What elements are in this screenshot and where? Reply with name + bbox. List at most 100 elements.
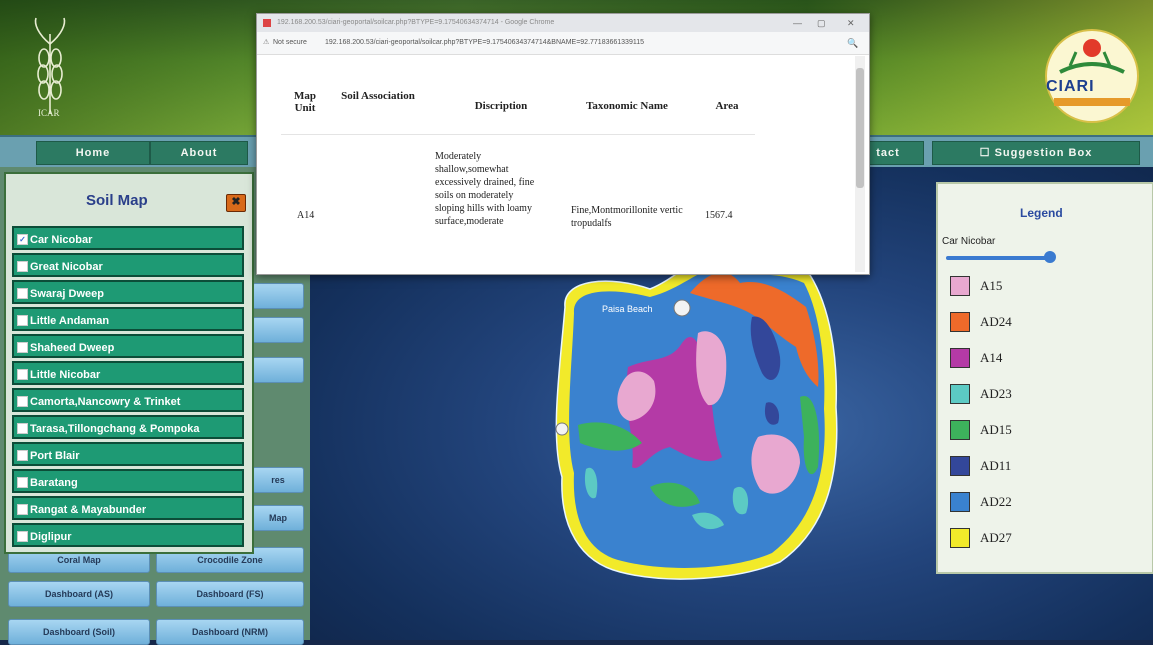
legend-label: A14: [980, 350, 1003, 365]
layer-checkbox[interactable]: [17, 342, 28, 353]
legend-label: AD23: [980, 386, 1012, 401]
dashboard-soil-button[interactable]: Dashboard (Soil): [8, 619, 150, 645]
dashboard-nrm-button[interactable]: Dashboard (NRM): [156, 619, 304, 645]
layer-checkbox[interactable]: [17, 423, 28, 434]
popup-scrollbar[interactable]: [855, 56, 865, 272]
layer-checkbox[interactable]: [17, 396, 28, 407]
table-header-taxonomic-name: Taxonomic Name: [586, 100, 668, 112]
close-icon[interactable]: ✕: [847, 14, 855, 32]
soil-map-title: Soil Map: [86, 192, 148, 209]
soil-layer-item[interactable]: Swaraj Dweep: [12, 280, 244, 304]
legend-panel: Legend Car Nicobar A15 AD24 A14 AD23 AD15 AD1…: [936, 182, 1153, 574]
table-divider: [281, 134, 755, 135]
legend-swatch: [950, 348, 970, 368]
table-header-soil-association: Soil Association: [341, 90, 415, 102]
scrollbar-thumb[interactable]: [856, 68, 864, 188]
legend-swatch: [950, 420, 970, 440]
layer-checkbox[interactable]: [17, 315, 28, 326]
soil-layer-item[interactable]: Port Blair: [12, 442, 244, 466]
soil-layer-item[interactable]: Little Nicobar: [12, 361, 244, 385]
legend-label: AD15: [980, 422, 1012, 437]
legend-label: AD11: [980, 458, 1012, 473]
legend-swatch: [950, 456, 970, 476]
soil-layer-item[interactable]: Baratang: [12, 469, 244, 493]
soil-info-table: Map Unit Soil Association Discription Ta…: [281, 76, 755, 274]
cell-map-unit: A14: [297, 210, 315, 221]
legend-swatch: [950, 384, 970, 404]
legend-label: AD24: [980, 314, 1012, 329]
soil-layer-item[interactable]: Diglipur: [12, 523, 244, 547]
legend-swatch: [950, 312, 970, 332]
soil-layer-item[interactable]: Rangat & Mayabunder: [12, 496, 244, 520]
app-icon: [263, 19, 271, 27]
close-icon[interactable]: ✖: [226, 194, 246, 212]
soil-layer-label: Tarasa,Tillongchang & Pompoka: [30, 423, 200, 435]
legend-swatch: [950, 528, 970, 548]
soil-layer-item[interactable]: ✓ Car Nicobar: [12, 226, 244, 250]
soil-layer-item[interactable]: Tarasa,Tillongchang & Pompoka: [12, 415, 244, 439]
dashboard-fs-button[interactable]: Dashboard (FS): [156, 581, 304, 607]
menu-button[interactable]: [252, 317, 304, 343]
legend-swatch: [950, 492, 970, 512]
location-marker-icon[interactable]: [673, 299, 691, 317]
nav-about[interactable]: About: [150, 141, 248, 165]
opacity-slider-handle[interactable]: [1044, 251, 1056, 263]
soil-layer-label: Camorta,Nancowry & Trinket: [30, 396, 181, 408]
soil-layer-item[interactable]: Little Andaman: [12, 307, 244, 331]
table-header-map-unit: Map Unit: [294, 90, 316, 114]
soil-layer-label: Car Nicobar: [30, 234, 93, 246]
popup-window: 192.168.200.53/ciari-geoportal/soilcar.p…: [256, 13, 870, 275]
layer-checkbox[interactable]: [17, 504, 28, 515]
soil-layer-item[interactable]: Shaheed Dweep: [12, 334, 244, 358]
soil-layer-label: Shaheed Dweep: [30, 342, 115, 354]
maximize-icon[interactable]: ▢: [817, 14, 826, 32]
warning-icon: ⚠: [263, 39, 270, 46]
layer-checkbox[interactable]: [17, 288, 28, 299]
menu-button[interactable]: [252, 357, 304, 383]
legend-swatch: [950, 276, 970, 296]
layer-checkbox[interactable]: [17, 450, 28, 461]
layer-checkbox[interactable]: [17, 531, 28, 542]
location-marker-icon[interactable]: [555, 422, 569, 436]
soil-layer-label: Little Nicobar: [30, 369, 101, 381]
soil-layer-item[interactable]: Camorta,Nancowry & Trinket: [12, 388, 244, 412]
legend-layer-name: Car Nicobar: [942, 236, 996, 247]
zoom-icon[interactable]: 🔍: [847, 32, 858, 54]
layer-checkbox[interactable]: ✓: [17, 234, 28, 245]
soil-layer-label: Swaraj Dweep: [30, 288, 104, 300]
soil-map-panel: Soil Map ✖ ✓ Car Nicobar Great Nicobar Swar…: [4, 172, 254, 554]
soil-layer-label: Port Blair: [30, 450, 80, 462]
layer-checkbox[interactable]: [17, 261, 28, 272]
cell-taxonomic-name: Fine,Montmorillonite vertic tropudalfs: [571, 205, 683, 229]
table-header-description: Discription: [474, 100, 528, 112]
popup-titlebar: 192.168.200.53/ciari-geoportal/soilcar.p…: [257, 14, 869, 32]
layer-checkbox[interactable]: [17, 477, 28, 488]
legend-label: A15: [980, 278, 1003, 293]
menu-button[interactable]: [252, 283, 304, 309]
minimize-icon[interactable]: —: [793, 14, 802, 32]
icar-caption: ICAR: [38, 108, 60, 118]
cell-description: Moderately shallow,somewhat excessively …: [435, 151, 535, 227]
url-text: 192.168.200.53/ciari-geoportal/soilcar.p…: [325, 39, 645, 46]
soil-layer-item[interactable]: Great Nicobar: [12, 253, 244, 277]
ciari-logo: [1045, 29, 1139, 123]
menu-button-res[interactable]: res: [252, 467, 304, 493]
cell-area: 1567.4: [705, 210, 733, 221]
nav-home[interactable]: Home: [36, 141, 150, 165]
url-bar[interactable]: ⚠ Not secure 192.168.200.53/ciari-geopor…: [257, 32, 869, 55]
opacity-slider-track[interactable]: [946, 256, 1054, 260]
dashboard-as-button[interactable]: Dashboard (AS): [8, 581, 150, 607]
soil-layer-label: Great Nicobar: [30, 261, 103, 273]
ciari-label: CIARI: [1046, 78, 1095, 95]
table-header-area: Area: [715, 100, 739, 112]
nav-suggestion-box[interactable]: ☐ Suggestion Box: [932, 141, 1140, 165]
legend-label: AD27: [980, 530, 1012, 545]
legend-title: Legend: [1020, 206, 1063, 220]
soil-layer-label: Baratang: [30, 477, 78, 489]
menu-button-map[interactable]: Map: [252, 505, 304, 531]
soil-layer-label: Diglipur: [30, 531, 72, 543]
soil-layer-label: Rangat & Mayabunder: [30, 504, 147, 516]
soil-layer-label: Little Andaman: [30, 315, 110, 327]
popup-title: 192.168.200.53/ciari-geoportal/soilcar.p…: [277, 19, 555, 26]
layer-checkbox[interactable]: [17, 369, 28, 380]
